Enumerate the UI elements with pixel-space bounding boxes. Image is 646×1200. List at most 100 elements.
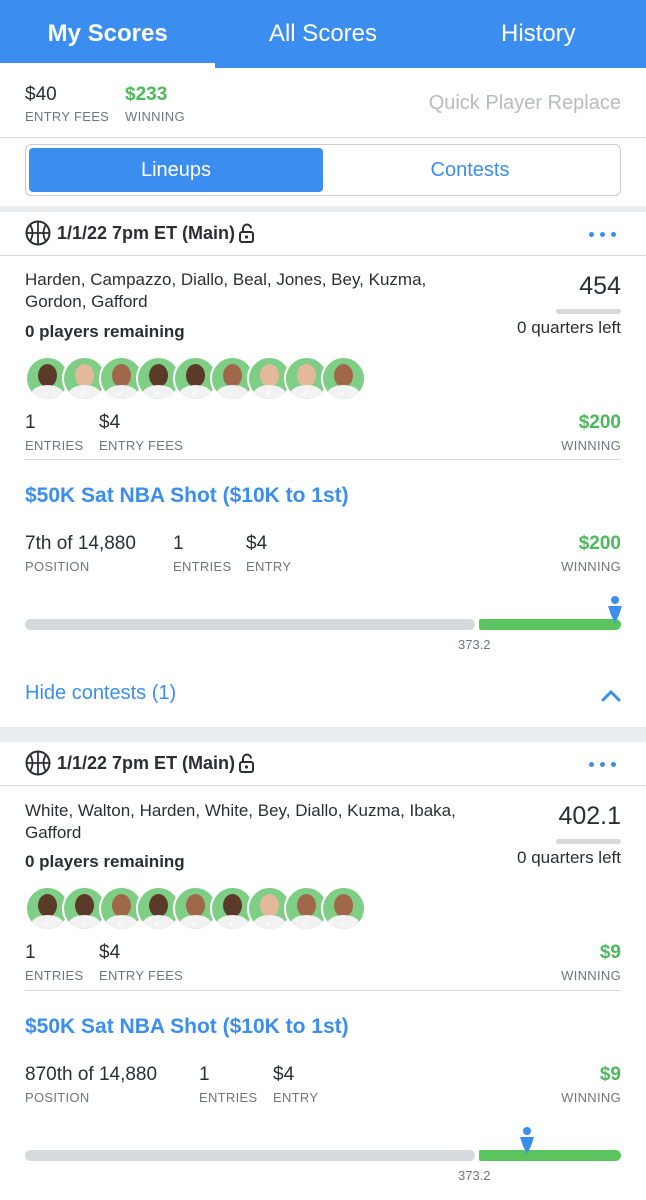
lineup-entries: 1 ENTRIES bbox=[25, 412, 83, 453]
position-label: POSITION bbox=[25, 1090, 90, 1105]
chevron-up-icon[interactable] bbox=[601, 688, 621, 702]
position-marker-icon bbox=[608, 596, 622, 623]
checkmark-icon: ✓ bbox=[117, 919, 124, 928]
entry-value: $4 bbox=[273, 1064, 295, 1085]
checkmark-icon: ✓ bbox=[265, 919, 272, 928]
checkmark-icon: ✓ bbox=[339, 919, 346, 928]
entry-fees-label: ENTRY FEES bbox=[25, 109, 110, 124]
summary-bar: $40 ENTRY FEES $233 WINNING Quick Player… bbox=[0, 68, 646, 138]
winning-label: WINNING bbox=[125, 109, 185, 124]
payout-progress-track bbox=[25, 619, 475, 630]
segment-contests[interactable]: Contests bbox=[323, 148, 617, 192]
contest-title[interactable]: $50K Sat NBA Shot ($10K to 1st) bbox=[25, 1015, 349, 1039]
unlock-icon[interactable] bbox=[238, 223, 256, 243]
contest-winning: $200 WINNING bbox=[561, 533, 621, 574]
entries-label: ENTRIES bbox=[173, 559, 232, 574]
view-toggle: Lineups Contests bbox=[25, 144, 621, 196]
slate-title: 1/1/22 7pm ET (Main) bbox=[57, 223, 236, 243]
entry-fees-value: $4 bbox=[99, 942, 121, 963]
position-value: 7th of 14,880 bbox=[25, 533, 136, 554]
more-icon[interactable] bbox=[589, 232, 616, 237]
checkmark-icon: ✓ bbox=[43, 919, 50, 928]
segment-lineups[interactable]: Lineups bbox=[29, 148, 323, 192]
lineup-entry-fees: $4 ENTRY FEES bbox=[99, 412, 183, 453]
basketball-icon bbox=[25, 750, 51, 776]
winning-label: WINNING bbox=[561, 438, 621, 453]
entries-value: 1 bbox=[199, 1064, 210, 1085]
entries-label: ENTRIES bbox=[25, 438, 84, 453]
entry-fees-value: $4 bbox=[99, 412, 121, 433]
lineup-card: 1/1/22 7pm ET (Main) Harden, Campazzo, D… bbox=[0, 212, 646, 727]
contest-title[interactable]: $50K Sat NBA Shot ($10K to 1st) bbox=[25, 484, 349, 508]
entry-fees-label: ENTRY FEES bbox=[99, 438, 184, 453]
lineup-score: 402.1 bbox=[558, 802, 621, 830]
payout-progress-track bbox=[25, 1150, 475, 1161]
top-tab-bar: My Scores All Scores History bbox=[0, 0, 646, 68]
checkmark-icon: ✓ bbox=[154, 389, 161, 398]
contest-entry: $4 ENTRY bbox=[273, 1064, 318, 1105]
checkmark-icon: ✓ bbox=[265, 389, 272, 398]
contest-position: 870th of 14,880 POSITION bbox=[25, 1064, 157, 1105]
tab-my-scores[interactable]: My Scores bbox=[0, 0, 216, 68]
tab-history[interactable]: History bbox=[431, 0, 646, 68]
checkmark-icon: ✓ bbox=[80, 919, 87, 928]
unlock-icon[interactable] bbox=[238, 753, 256, 773]
contest-entries: 1 ENTRIES bbox=[199, 1064, 257, 1105]
checkmark-icon: ✓ bbox=[228, 389, 235, 398]
lineup-winning: $9 WINNING bbox=[561, 942, 621, 983]
entry-label: ENTRY bbox=[246, 559, 292, 574]
hide-contests-button[interactable]: Hide contests (1) bbox=[25, 682, 176, 705]
tab-all-scores[interactable]: All Scores bbox=[215, 0, 430, 68]
lineup-entries: 1 ENTRIES bbox=[25, 942, 83, 983]
lineup-winning: $200 WINNING bbox=[561, 412, 621, 453]
lineup-players: Harden, Campazzo, Diallo, Beal, Jones, B… bbox=[25, 270, 427, 311]
view-toggle-container: Lineups Contests bbox=[0, 138, 646, 206]
slate-title: 1/1/22 7pm ET (Main) bbox=[57, 753, 236, 773]
position-value: 870th of 14,880 bbox=[25, 1064, 158, 1085]
winning-label: WINNING bbox=[561, 559, 621, 574]
quarters-left: 0 quarters left bbox=[517, 848, 621, 867]
avatar[interactable]: ✓ bbox=[321, 886, 366, 931]
checkmark-icon: ✓ bbox=[302, 919, 309, 928]
cash-line-label: 373.2 bbox=[458, 637, 491, 652]
avatar[interactable]: ✓ bbox=[321, 356, 366, 401]
lineup-header: 1/1/22 7pm ET (Main) bbox=[0, 742, 646, 786]
lineup-header: 1/1/22 7pm ET (Main) bbox=[0, 212, 646, 256]
position-label: POSITION bbox=[25, 559, 90, 574]
entries-label: ENTRIES bbox=[199, 1090, 258, 1105]
entries-value: 1 bbox=[25, 412, 36, 433]
entries-value: 1 bbox=[25, 942, 36, 963]
score-progress-bar bbox=[556, 309, 621, 314]
entry-label: ENTRY bbox=[273, 1090, 319, 1105]
divider bbox=[25, 990, 621, 991]
checkmark-icon: ✓ bbox=[43, 389, 50, 398]
checkmark-icon: ✓ bbox=[117, 389, 124, 398]
quick-player-replace-link[interactable]: Quick Player Replace bbox=[429, 92, 621, 115]
checkmark-icon: ✓ bbox=[191, 389, 198, 398]
entry-fees-label: ENTRY FEES bbox=[99, 968, 184, 983]
checkmark-icon: ✓ bbox=[80, 389, 87, 398]
contest-entry: $4 ENTRY bbox=[246, 533, 291, 574]
winning-value: $200 bbox=[578, 533, 621, 554]
contest-position: 7th of 14,880 POSITION bbox=[25, 533, 136, 574]
winning-value: $9 bbox=[599, 942, 621, 963]
lineup-entry-fees: $4 ENTRY FEES bbox=[99, 942, 183, 983]
contest-entries: 1 ENTRIES bbox=[173, 533, 231, 574]
player-avatars: ✓ ✓ ✓ ✓ ✓ ✓ ✓ ✓ ✓ bbox=[25, 886, 366, 931]
winning-value: $200 bbox=[578, 412, 621, 433]
entry-value: $4 bbox=[246, 533, 268, 554]
score-progress-bar bbox=[556, 839, 621, 844]
players-remaining: 0 players remaining bbox=[25, 852, 185, 871]
more-icon[interactable] bbox=[589, 762, 616, 767]
player-avatars: ✓ ✓ ✓ ✓ ✓ ✓ ✓ ✓ ✓ bbox=[25, 356, 366, 401]
winning-value: $9 bbox=[599, 1064, 621, 1085]
winning-label: WINNING bbox=[561, 968, 621, 983]
winning-summary: $233 WINNING bbox=[125, 84, 185, 124]
checkmark-icon: ✓ bbox=[154, 919, 161, 928]
lineup-players: White, Walton, Harden, White, Bey, Diall… bbox=[25, 801, 456, 842]
contest-winning: $9 WINNING bbox=[561, 1064, 621, 1105]
winning-label: WINNING bbox=[561, 1090, 621, 1105]
basketball-icon bbox=[25, 220, 51, 246]
entries-value: 1 bbox=[173, 533, 184, 554]
players-remaining: 0 players remaining bbox=[25, 322, 185, 341]
